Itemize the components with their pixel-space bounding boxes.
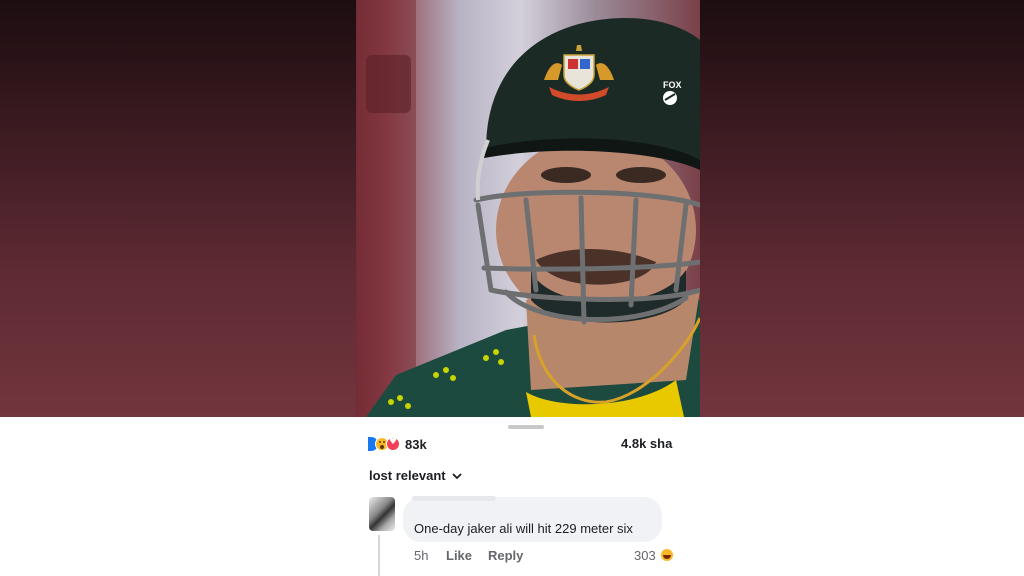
like-button[interactable]: Like	[446, 548, 472, 563]
chevron-down-icon	[451, 472, 462, 479]
reactions-summary[interactable]: 83k	[368, 436, 427, 452]
avatar[interactable]	[369, 497, 395, 531]
commenter-name-placeholder[interactable]	[412, 496, 496, 501]
video-frame-illustration: FOX	[356, 0, 700, 417]
reply-button[interactable]: Reply	[488, 548, 523, 563]
comment-text: One-day jaker ali will hit 229 meter six	[414, 521, 633, 536]
video-player[interactable]: FOX	[356, 0, 700, 417]
drag-handle[interactable]	[508, 425, 544, 429]
comment-time: 5h	[414, 548, 429, 563]
reaction-count: 83k	[405, 436, 427, 452]
sort-label: lost relevant	[369, 468, 446, 483]
comment-reaction-count[interactable]: 303	[634, 548, 656, 563]
thread-line	[378, 535, 380, 576]
haha-icon	[661, 549, 673, 561]
blurred-background-right	[700, 0, 1024, 417]
fox-watermark-text: FOX	[663, 80, 682, 90]
love-icon	[386, 437, 400, 451]
comments-sheet: 83k 4.8k sha lost relevant One-day jaker…	[0, 417, 1024, 576]
share-count[interactable]: 4.8k sha	[621, 436, 672, 451]
blurred-background-left	[0, 0, 356, 417]
comment-sort-dropdown[interactable]: lost relevant	[369, 468, 462, 483]
